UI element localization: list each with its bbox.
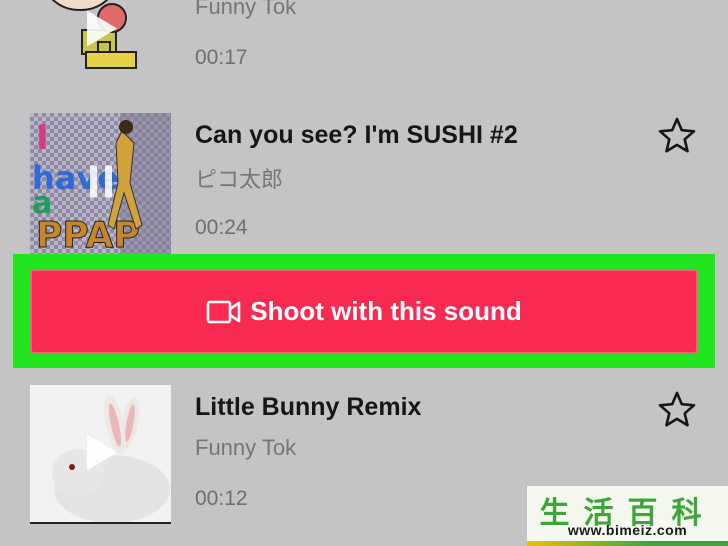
- track-duration: 00:24: [195, 216, 248, 239]
- track-row[interactable]: I have a PPAP Can you see? I'm SUSHI #2 …: [0, 113, 728, 263]
- favorite-star-icon[interactable]: [657, 390, 697, 428]
- favorite-star-icon[interactable]: [657, 116, 697, 154]
- track-duration: 00:17: [195, 46, 248, 69]
- track-duration: 00:12: [195, 487, 248, 510]
- track-cover[interactable]: I have a PPAP: [30, 113, 171, 254]
- track-title[interactable]: Little Bunny Remix: [195, 393, 421, 422]
- play-icon[interactable]: [81, 430, 121, 479]
- track-artist: Funny Tok: [195, 435, 297, 460]
- svg-text:I: I: [36, 118, 49, 158]
- track-cover[interactable]: [30, 0, 171, 101]
- watermark-logo: 生活百科 www.bimeiz.com: [527, 486, 728, 546]
- pause-icon[interactable]: [86, 161, 116, 206]
- video-camera-icon: [206, 299, 242, 325]
- watermark-url: www.bimeiz.com: [567, 522, 688, 538]
- watermark-stripe: [527, 541, 728, 546]
- track-artist: Funny Tok: [195, 0, 297, 19]
- track-title[interactable]: Can you see? I'm SUSHI #2: [195, 121, 518, 150]
- svg-text:PPAP: PPAP: [36, 215, 140, 254]
- track-artist: ピコ太郎: [195, 167, 284, 192]
- track-row[interactable]: Funny Tok 00:17: [0, 0, 728, 110]
- shoot-with-this-sound-button[interactable]: Shoot with this sound: [30, 269, 698, 354]
- play-icon[interactable]: [81, 6, 121, 55]
- shoot-button-label: Shoot with this sound: [250, 296, 522, 326]
- track-cover[interactable]: [30, 385, 171, 524]
